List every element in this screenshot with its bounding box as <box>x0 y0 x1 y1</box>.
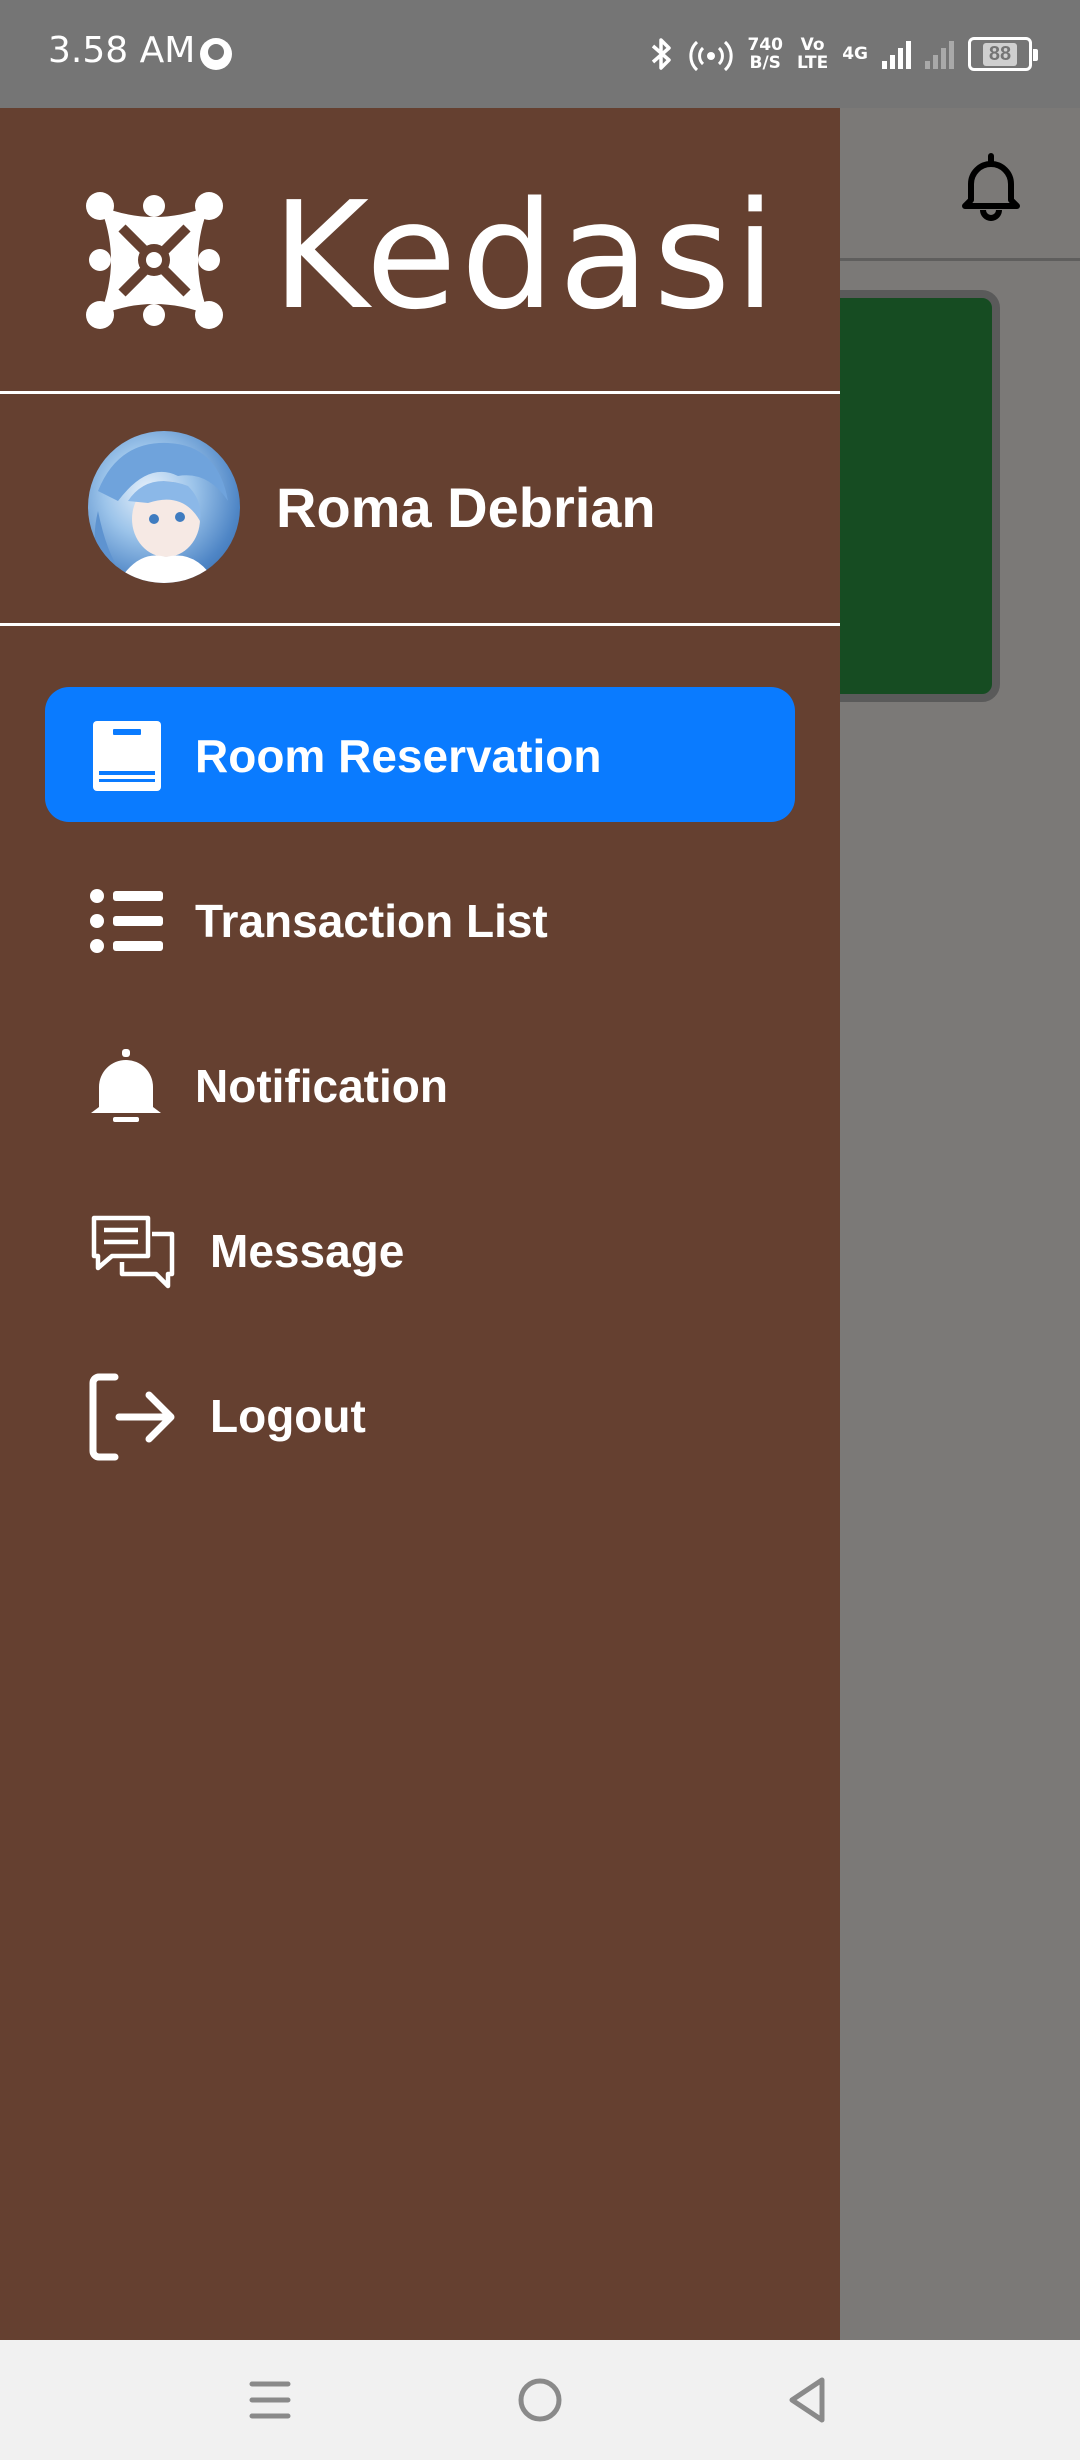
app-logo: Kedasi <box>82 170 776 342</box>
bluetooth-icon <box>652 38 672 70</box>
status-icons: 740 B/S Vo LTE 4G 88 <box>649 28 1038 80</box>
logo-text: Kedasi <box>272 170 780 342</box>
avatar-image <box>94 442 228 583</box>
network-type: 4G <box>842 44 868 64</box>
net-speed-value: 740 <box>747 35 783 55</box>
chat-icon <box>91 1215 175 1289</box>
net-speed: 740 B/S <box>747 36 783 72</box>
menu-label: Message <box>210 1225 405 1277</box>
signal-icon <box>882 39 911 69</box>
list-icon <box>90 889 163 953</box>
menu-label: Notification <box>195 1060 448 1112</box>
hotspot-icon <box>689 40 734 72</box>
avatar[interactable] <box>88 431 240 583</box>
navigation-drawer: Kedasi Roma Debrian Room Reservation Tra… <box>0 108 840 2340</box>
volte-bottom: LTE <box>796 53 829 73</box>
user-name: Roma Debrian <box>276 476 656 539</box>
volte-indicator: Vo LTE <box>797 36 828 72</box>
volte-top: Vo <box>800 35 825 55</box>
menu-item-transaction-list[interactable]: Transaction List <box>45 852 795 987</box>
back-triangle-icon[interactable] <box>780 2370 840 2430</box>
bell-outline-icon[interactable] <box>955 150 1027 222</box>
menu-label: Transaction List <box>195 895 548 947</box>
menu-item-notification[interactable]: Notification <box>45 1017 795 1152</box>
status-bar: 3.58 AM 740 B/S Vo LTE 4G 88 <box>0 0 1080 108</box>
menu-label: Room Reservation <box>195 730 602 782</box>
app-bar-divider <box>840 258 1080 261</box>
menu-item-message[interactable]: Message <box>45 1182 795 1317</box>
system-navigation-bar <box>0 2340 1080 2460</box>
signal-secondary-icon <box>925 39 954 69</box>
status-time: 3.58 AM <box>48 30 196 71</box>
battery-icon: 88 <box>968 37 1038 71</box>
bell-icon <box>91 1049 161 1122</box>
home-circle-icon[interactable] <box>510 2370 570 2430</box>
user-profile[interactable]: Roma Debrian <box>0 393 840 618</box>
sync-icon <box>200 38 232 70</box>
menu-icon[interactable] <box>240 2370 300 2430</box>
battery-level: 88 <box>982 42 1018 66</box>
divider <box>0 623 840 626</box>
kedasi-logo-icon <box>86 192 223 329</box>
menu-item-room-reservation[interactable]: Room Reservation <box>45 687 795 822</box>
menu-label: Logout <box>210 1390 366 1442</box>
net-speed-unit: B/S <box>749 53 781 73</box>
logout-icon <box>89 1373 175 1461</box>
book-icon <box>93 721 161 791</box>
menu-item-logout[interactable]: Logout <box>45 1347 795 1482</box>
